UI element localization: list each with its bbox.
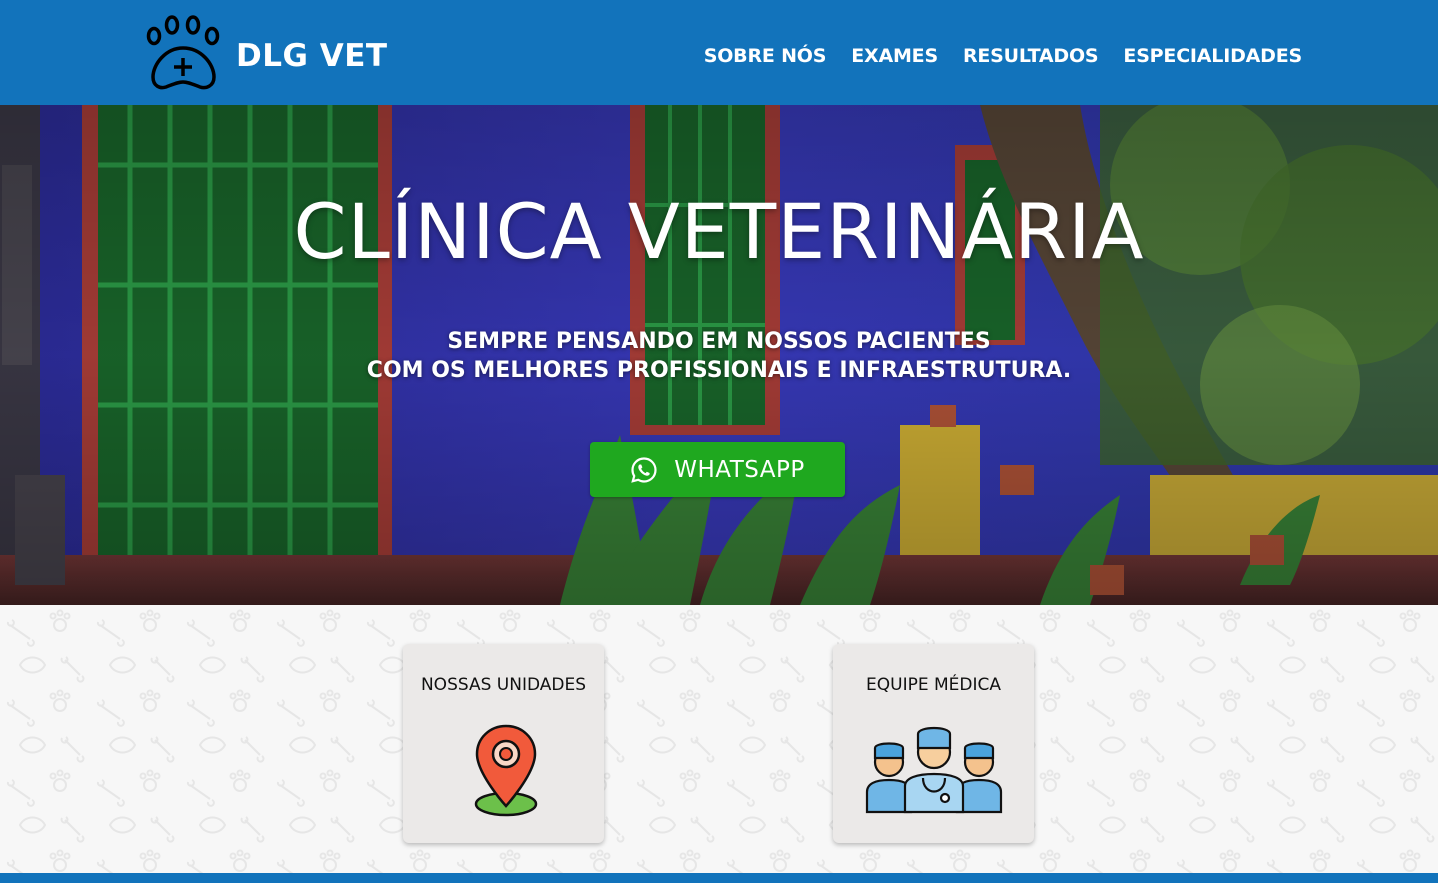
nav-item-especialidades[interactable]: ESPECIALIDADES	[1123, 42, 1302, 70]
card-nossas-unidades[interactable]: NOSSAS UNIDADES	[403, 644, 604, 843]
whatsapp-button-label: WHATSAPP	[674, 456, 805, 483]
medical-team-icon	[865, 726, 1003, 814]
paw-bone-background-pattern	[0, 605, 1438, 873]
whatsapp-icon	[631, 456, 657, 483]
location-pin-icon	[474, 724, 538, 817]
brand-name[interactable]: DLG VET	[236, 36, 388, 76]
hero-subtitle-line2: COM OS MELHORES PROFISSIONAIS E INFRAEST…	[366, 358, 1072, 383]
nav-item-exames[interactable]: EXAMES	[851, 42, 938, 70]
hero-banner: CLÍNICA VETERINÁRIA SEMPRE PENSANDO EM N…	[0, 105, 1438, 605]
whatsapp-button[interactable]: WHATSAPP	[590, 442, 845, 497]
nav-item-sobre-nos[interactable]: SOBRE NÓS	[704, 42, 827, 70]
paw-plus-icon[interactable]	[144, 14, 224, 92]
main-nav: SOBRE NÓS EXAMES RESULTADOS ESPECIALIDAD…	[704, 42, 1302, 70]
hero-subtitle: SEMPRE PENSANDO EM NOSSOS PACIENTES COM …	[0, 327, 1438, 385]
services-section: NOSSAS UNIDADES EQUIPE MÉDICA	[0, 605, 1438, 873]
card-title-equipe-medica: EQUIPE MÉDICA	[866, 675, 1001, 695]
footer-bar	[0, 873, 1438, 883]
nav-item-resultados[interactable]: RESULTADOS	[963, 42, 1099, 70]
hero-subtitle-line1: SEMPRE PENSANDO EM NOSSOS PACIENTES	[447, 329, 991, 354]
card-title-nossas-unidades: NOSSAS UNIDADES	[420, 675, 587, 695]
hero-title: CLÍNICA VETERINÁRIA	[293, 187, 1145, 276]
card-equipe-medica[interactable]: EQUIPE MÉDICA	[833, 644, 1034, 843]
site-header: DLG VET SOBRE NÓS EXAMES RESULTADOS ESPE…	[0, 0, 1438, 105]
